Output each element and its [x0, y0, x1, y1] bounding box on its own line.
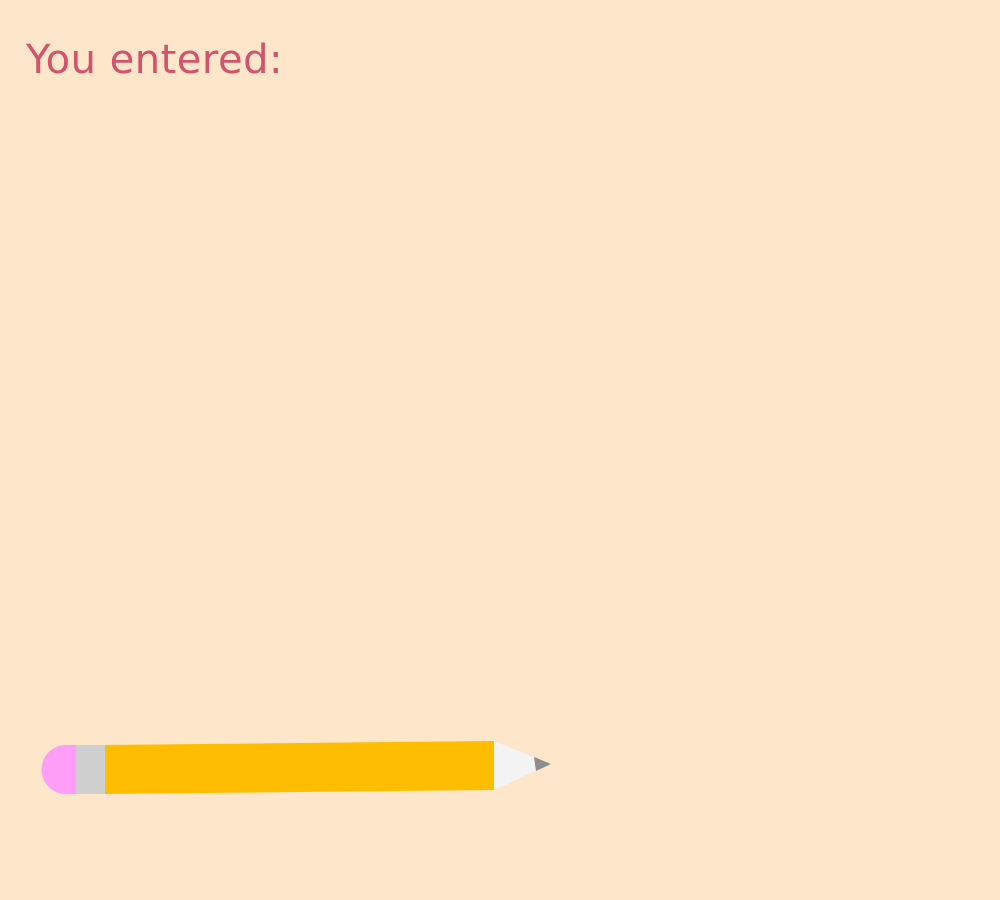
pencil-body: [105, 741, 495, 794]
page: You entered:: [0, 0, 1000, 900]
pencil-icon: [41, 741, 551, 794]
pencil-lead: [534, 757, 551, 771]
pencil-eraser: [41, 745, 77, 794]
entered-text-output: [26, 100, 966, 700]
pencil-ferrule: [76, 745, 106, 794]
page-title: You entered:: [26, 37, 283, 83]
